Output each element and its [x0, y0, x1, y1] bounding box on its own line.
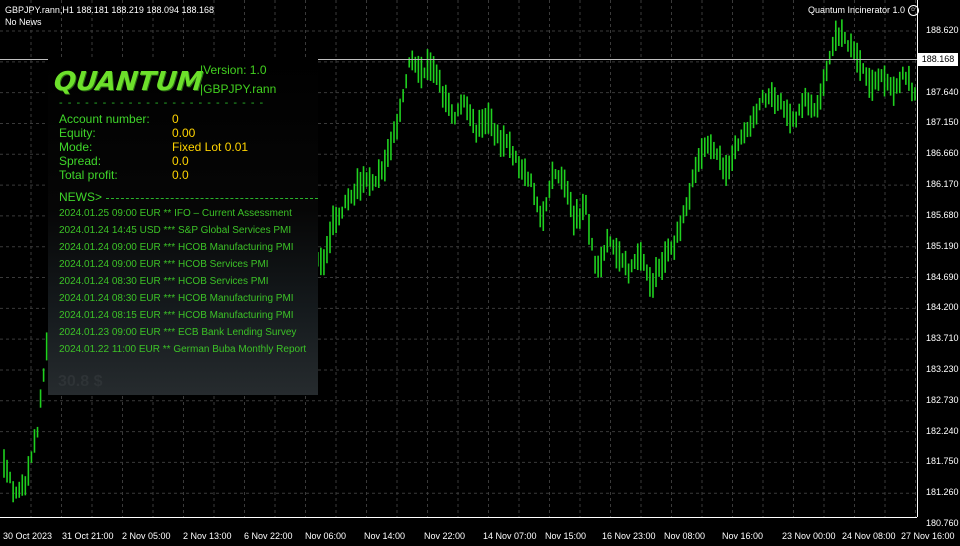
price-label: 186.660: [926, 148, 959, 159]
price-label: 188.620: [926, 25, 959, 35]
time-label: Nov 14:00: [364, 531, 406, 541]
time-label: Nov 16:00: [722, 531, 764, 541]
time-label: Nov 22:00: [424, 531, 466, 541]
news-status: No News: [5, 17, 42, 27]
news-item: 2024.01.24 08:15 EUR *** HCOB Manufactur…: [59, 310, 294, 321]
price-label: 185.680: [926, 209, 959, 220]
mode-value: Fixed Lot 0.01: [172, 140, 249, 154]
news-item: 2024.01.24 14:45 USD *** S&P Global Serv…: [59, 225, 292, 236]
price-label: 181.750: [926, 456, 959, 467]
smiley-icon[interactable]: ☺: [907, 5, 919, 17]
news-item: 2024.01.24 08:30 EUR *** HCOB Services P…: [59, 276, 269, 287]
news-item: 2024.01.24 08:30 EUR *** HCOB Manufactur…: [59, 293, 294, 304]
price-label: 187.150: [926, 117, 959, 128]
time-label: 6 Nov 22:00: [244, 531, 293, 541]
total-profit-label: Total profit:: [59, 168, 118, 182]
background-number: 30.8 $: [58, 373, 103, 390]
price-label: 180.760: [926, 518, 959, 528]
time-label: 23 Nov 00:00: [782, 531, 836, 541]
news-divider: [106, 198, 318, 199]
separator-line: - - - - - - - - - - - - - - - - - - - - …: [59, 97, 265, 109]
equity-value: 0.00: [172, 126, 196, 140]
time-label: 31 Oct 21:00: [62, 531, 114, 541]
symbol-line: GBPJPY.rann,H1 188.181 188.219 188.094 1…: [5, 5, 215, 15]
spread-value: 0.0: [172, 154, 189, 168]
price-label: 183.710: [926, 333, 959, 344]
price-label: 182.730: [926, 394, 959, 405]
account-number-label: Account number:: [59, 112, 150, 126]
quantum-info-panel: 30.8 $ QUANTUM |Version: 1.0 |GBPJPY.ran…: [48, 57, 318, 395]
time-label: 27 Nov 16:00: [901, 531, 955, 541]
price-label: 184.200: [926, 302, 959, 313]
price-label: 186.170: [926, 179, 959, 190]
spread-label: Spread:: [59, 154, 102, 168]
time-label: Nov 15:00: [545, 531, 587, 541]
time-label: 30 Oct 2023: [3, 531, 53, 541]
equity-label: Equity:: [59, 126, 96, 140]
news-item: 2024.01.23 09:00 EUR *** ECB Bank Lendin…: [59, 327, 297, 338]
news-item: 2024.01.25 09:00 EUR ** IFO – Current As…: [59, 208, 292, 219]
version-label: |Version: 1.0: [200, 63, 267, 77]
quantum-logo: QUANTUM: [52, 67, 205, 97]
time-label: Nov 06:00: [305, 531, 347, 541]
news-item: 2024.01.24 09:00 EUR *** HCOB Manufactur…: [59, 242, 294, 253]
news-header: NEWS>: [59, 190, 103, 204]
mode-label: Mode:: [59, 140, 93, 154]
current-price-tag: 188.168: [918, 53, 958, 66]
indicator-title: Quantum Incinerator 1.0 ☺: [808, 5, 919, 17]
price-label: 183.230: [926, 363, 959, 374]
news-item: 2024.01.24 09:00 EUR *** HCOB Services P…: [59, 259, 269, 270]
symbol-label: |GBPJPY.rann: [200, 82, 277, 96]
account-number-value: 0: [172, 112, 179, 126]
time-label: 24 Nov 08:00: [842, 531, 896, 541]
price-label: 181.260: [926, 487, 959, 498]
news-item: 2024.01.22 11:00 EUR ** German Buba Mont…: [59, 344, 307, 355]
indicator-name: Quantum Incinerator 1.0: [808, 5, 906, 15]
time-label: 2 Nov 05:00: [122, 531, 171, 541]
time-label: 14 Nov 07:00: [483, 531, 537, 541]
price-label: 182.240: [926, 425, 959, 436]
price-label: 187.640: [926, 86, 959, 97]
price-label: 185.190: [926, 240, 959, 251]
time-label: 2 Nov 13:00: [183, 531, 232, 541]
time-label: Nov 08:00: [664, 531, 706, 541]
time-label: 16 Nov 23:00: [602, 531, 656, 541]
total-profit-value: 0.0: [172, 168, 189, 182]
price-label: 184.690: [926, 271, 959, 282]
